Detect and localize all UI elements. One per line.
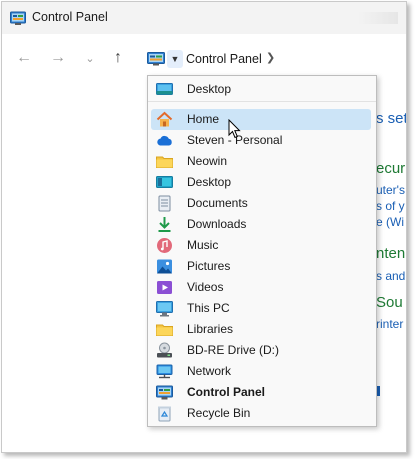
menu-item-label: Desktop xyxy=(187,82,232,96)
download-icon xyxy=(158,217,171,232)
menu-separator xyxy=(148,101,376,102)
navigation-bar: ← → ⌄ ↑ ▼ Control Panel ❯ xyxy=(2,40,406,78)
control-panel-icon xyxy=(10,11,26,25)
chevron-down-icon: ▼ xyxy=(170,54,180,64)
desktop-icon xyxy=(156,176,173,188)
title-bar[interactable]: Control Panel xyxy=(2,2,406,34)
breadcrumb-control-panel[interactable]: Control Panel xyxy=(186,52,262,66)
background-link[interactable]: uter's xyxy=(376,183,405,197)
menu-item-documents[interactable]: Documents xyxy=(151,193,371,214)
menu-item-label: Network xyxy=(187,364,232,378)
forward-button[interactable]: → xyxy=(48,48,68,68)
menu-item-control-panel[interactable]: Control Panel xyxy=(151,382,371,403)
control-panel-window: Control Panel ← → ⌄ ↑ ▼ Control Panel ❯ xyxy=(1,1,407,453)
menu-item-label: Downloads xyxy=(187,217,247,231)
control-panel-icon[interactable] xyxy=(147,51,165,67)
arrow-right-icon: → xyxy=(50,49,66,66)
disc-drive-icon xyxy=(157,342,172,358)
menu-item-label: Home xyxy=(187,112,220,126)
folder-icon xyxy=(156,324,173,336)
desktop-icon xyxy=(156,83,173,95)
background-category-title[interactable]: nten xyxy=(376,245,405,262)
menu-item-label: Pictures xyxy=(187,259,231,273)
menu-item-label: BD-RE Drive (D:) xyxy=(187,343,279,357)
menu-item-label: Neowin xyxy=(187,154,228,168)
background-category-title[interactable]: Sou xyxy=(376,294,403,311)
menu-item-label: Videos xyxy=(187,280,224,294)
background-link[interactable]: rinter xyxy=(376,317,403,331)
documents-icon xyxy=(158,195,171,212)
chevron-down-icon: ⌄ xyxy=(85,52,95,65)
menu-item-videos[interactable]: Videos xyxy=(151,277,371,298)
menu-item-label: Desktop xyxy=(187,175,232,189)
menu-item-label: Libraries xyxy=(187,322,234,336)
chevron-right-icon[interactable]: ❯ xyxy=(266,51,275,64)
menu-item-this-pc[interactable]: This PC xyxy=(151,298,371,319)
pictures-icon xyxy=(157,259,172,274)
menu-item-pictures[interactable]: Pictures xyxy=(151,256,371,277)
title-bar-fade xyxy=(358,12,398,24)
menu-item-home[interactable]: Home xyxy=(151,109,371,130)
background-link[interactable]: s and xyxy=(376,269,405,283)
recent-locations-button[interactable]: ⌄ xyxy=(80,48,100,68)
menu-item-label: Control Panel xyxy=(187,385,266,399)
home-icon xyxy=(156,111,173,127)
cloud-icon xyxy=(157,135,172,146)
background-link[interactable]: s of y xyxy=(376,199,405,213)
recycle-bin-icon xyxy=(158,406,171,422)
videos-icon xyxy=(157,281,172,294)
background-heading: s set xyxy=(376,110,407,127)
computer-icon xyxy=(156,301,173,317)
menu-item-music[interactable]: Music xyxy=(151,235,371,256)
menu-item-label: Music xyxy=(187,238,219,252)
arrow-up-icon: ↑ xyxy=(114,49,122,66)
menu-item-desktop[interactable]: Desktop xyxy=(151,79,371,100)
back-button[interactable]: ← xyxy=(14,48,34,68)
up-button[interactable]: ↑ xyxy=(108,48,128,68)
address-dropdown-menu: Desktop Home Steven - Personal Neowin De… xyxy=(147,75,377,427)
menu-item-label: This PC xyxy=(187,301,230,315)
background-link[interactable]: e (Wi xyxy=(376,215,404,229)
window-title: Control Panel xyxy=(32,10,108,24)
control-panel-icon xyxy=(156,385,173,400)
arrow-left-icon: ← xyxy=(16,49,32,66)
menu-item-libraries[interactable]: Libraries xyxy=(151,319,371,340)
menu-item-bd-re-drive[interactable]: BD-RE Drive (D:) xyxy=(151,340,371,361)
background-category-title[interactable]: ecuri xyxy=(376,160,406,177)
menu-item-onedrive-personal[interactable]: Steven - Personal xyxy=(151,130,371,151)
folder-icon xyxy=(156,156,173,168)
mouse-cursor-icon xyxy=(228,119,241,139)
menu-item-recycle-bin[interactable]: Recycle Bin xyxy=(151,403,371,424)
music-icon xyxy=(157,238,172,253)
menu-item-network[interactable]: Network xyxy=(151,361,371,382)
network-icon xyxy=(156,364,173,379)
menu-item-label: Recycle Bin xyxy=(187,406,251,420)
menu-item-label: Documents xyxy=(187,196,248,210)
menu-item-neowin[interactable]: Neowin xyxy=(151,151,371,172)
menu-item-downloads[interactable]: Downloads xyxy=(151,214,371,235)
address-dropdown-button[interactable]: ▼ xyxy=(167,50,183,68)
menu-item-desktop-2[interactable]: Desktop xyxy=(151,172,371,193)
